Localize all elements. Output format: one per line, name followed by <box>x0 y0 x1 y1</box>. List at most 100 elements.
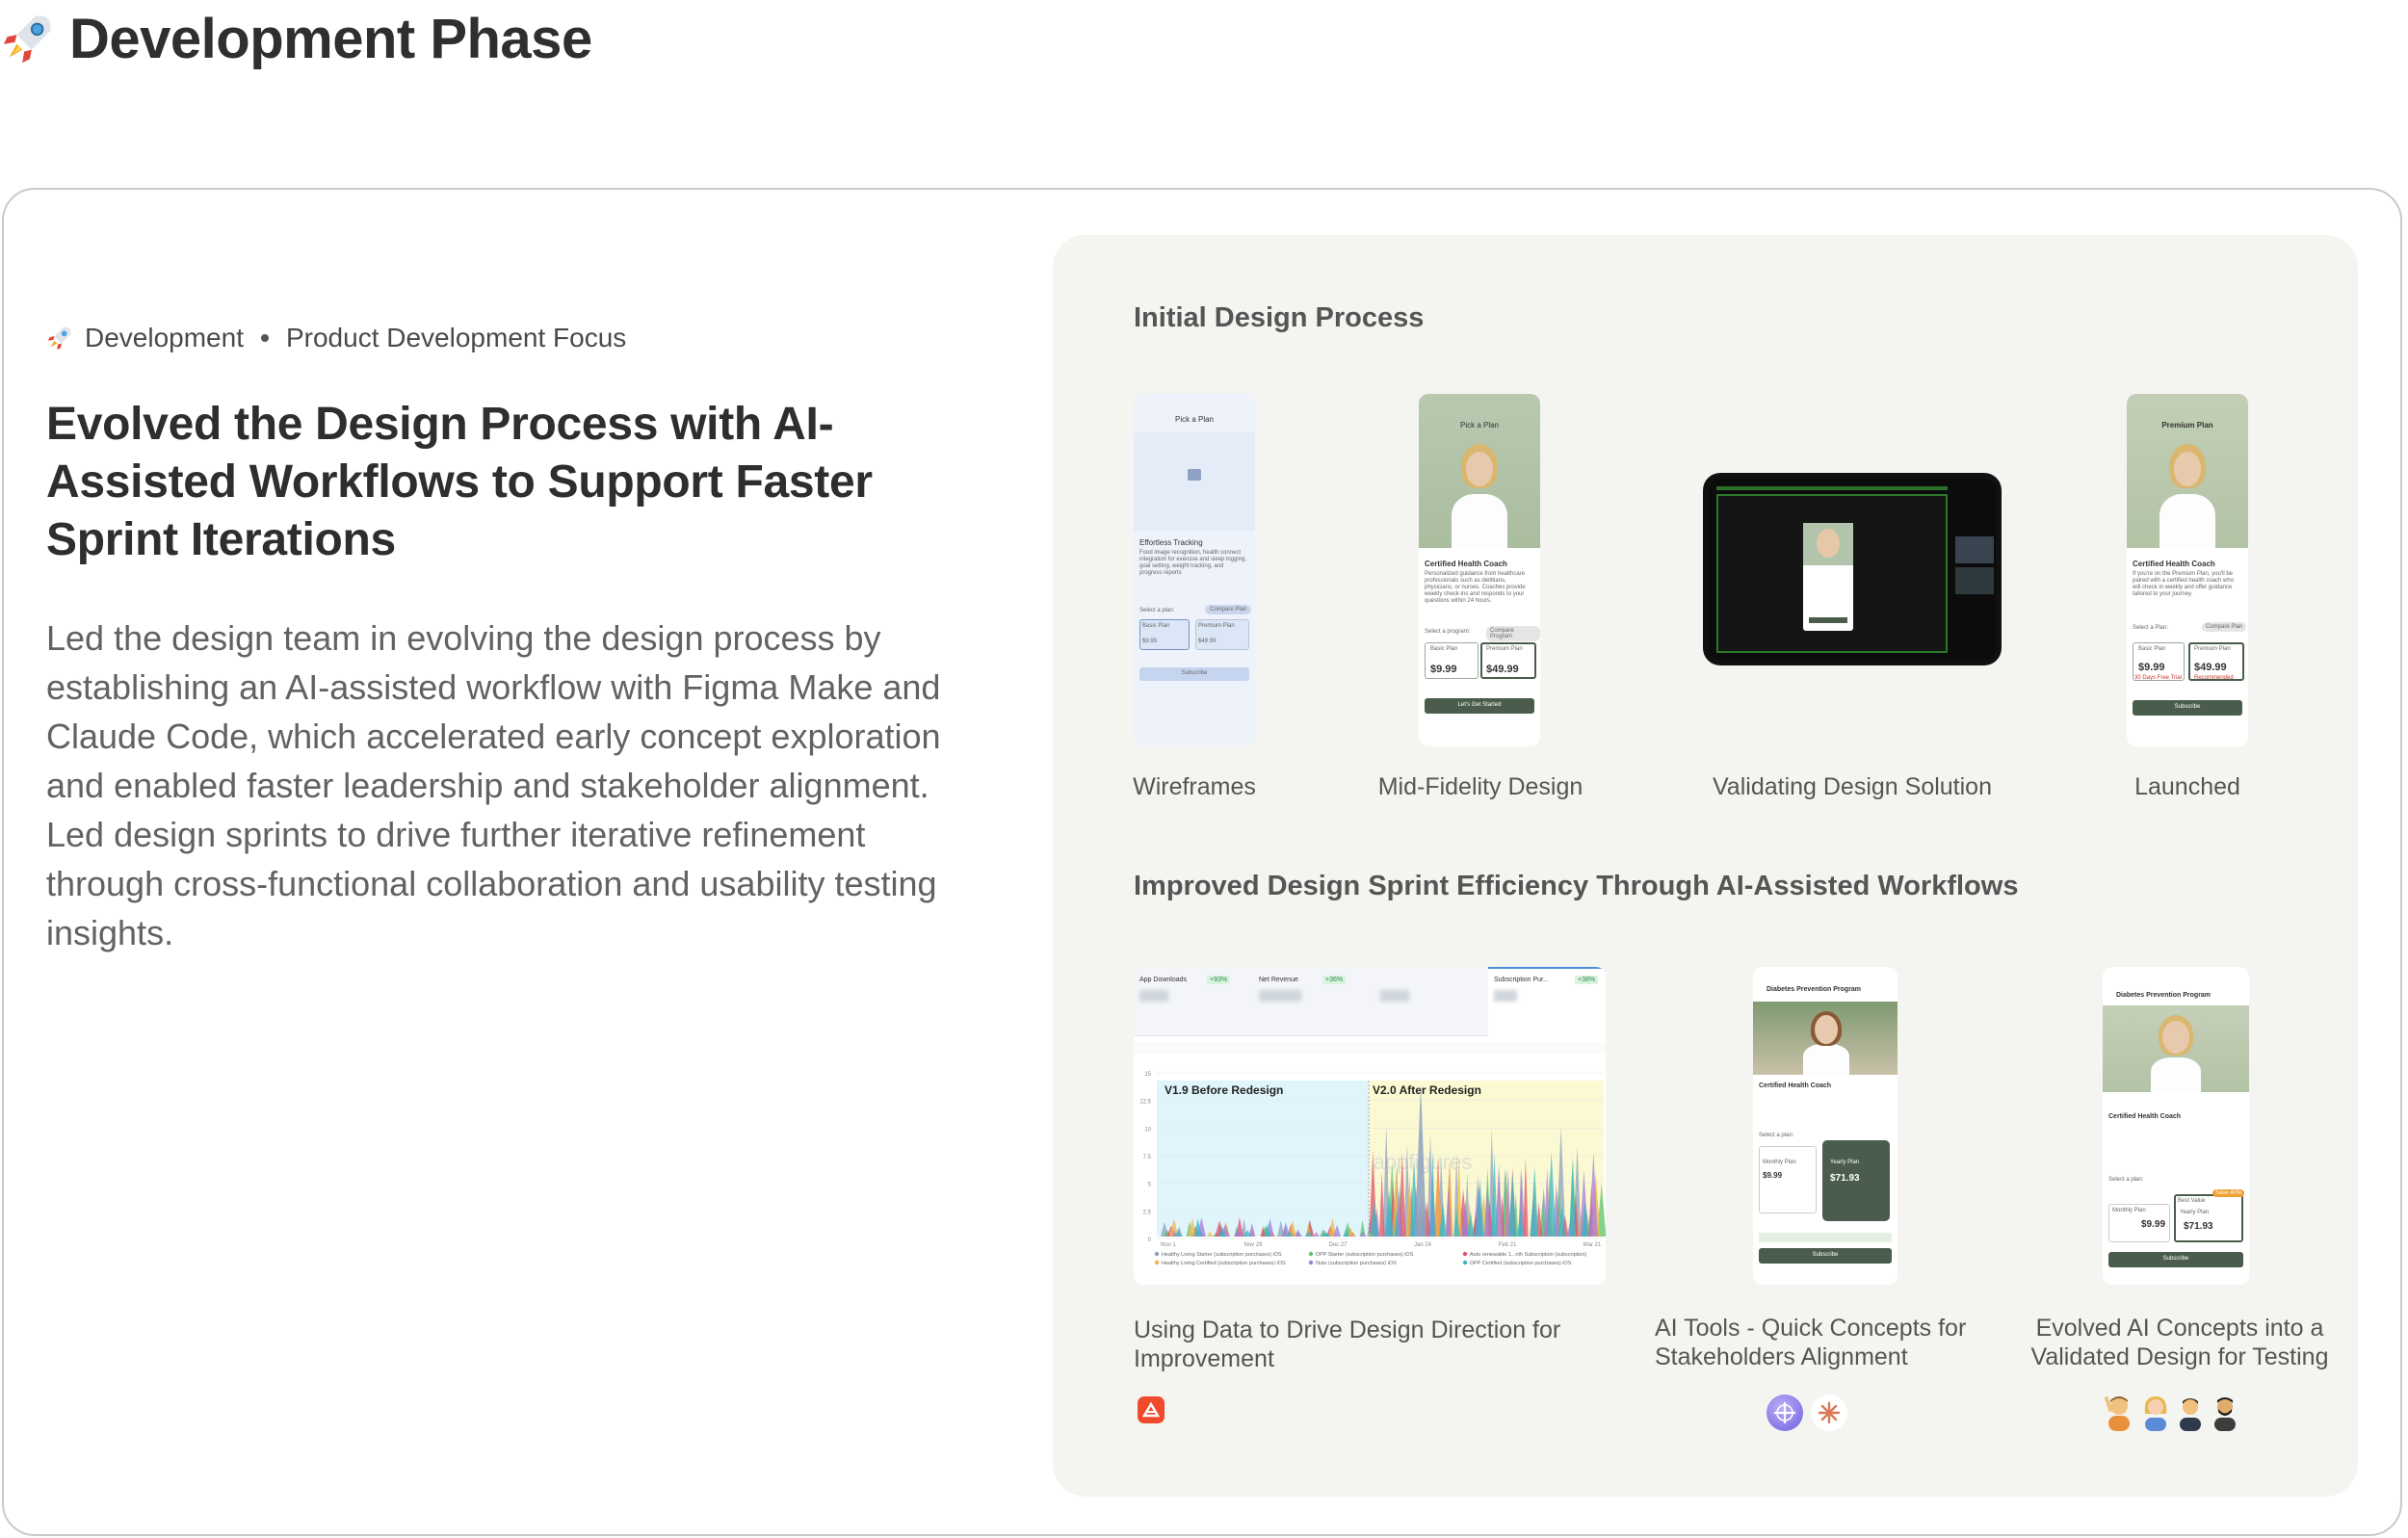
yearly-plan-price: $71.93 <box>2184 1221 2213 1232</box>
caption-validating: Validating Design Solution <box>1712 773 1992 800</box>
evolved-screen-title: Diabetes Prevention Program <box>2116 992 2212 999</box>
x-tick-label: Dec 27 <box>1328 1242 1348 1248</box>
legend-dot <box>1308 1260 1314 1265</box>
subscribe-label: Subscribe <box>1812 1252 1839 1258</box>
best-value-label: Best Value <box>2178 1198 2206 1204</box>
legend-label: Auto renewable 1...nth Subscription (sub… <box>1470 1252 1587 1258</box>
caption-ai-tools: AI Tools - Quick Concepts for Stakeholde… <box>1655 1315 1967 1370</box>
coach-photo-body <box>2151 1057 2201 1092</box>
v2-label: V2.0 After Redesign <box>1373 1083 1481 1097</box>
coach-photo-face <box>1815 1015 1838 1044</box>
midfi-coach-desc: Personalized guidance from healthcare pr… <box>1425 571 1526 604</box>
basic-plan-price: $9.99 <box>1142 639 1158 644</box>
man-beard-avatar <box>2214 1397 2236 1431</box>
basic-plan-label: Basic Plan <box>2138 646 2166 652</box>
caption-launched: Launched <box>2134 773 2240 800</box>
compare-program-chip: Compare Program <box>1486 626 1540 641</box>
toolbar-strip <box>1716 486 1948 490</box>
premium-plan-price: $49.99 <box>1198 639 1217 644</box>
analytics-dashboard: App Downloads +93% Net Revenue +36% Subs… <box>1134 967 1606 1285</box>
breadcrumb: Development Product Development Focus <box>46 323 952 353</box>
ai-tools-concept-screen: Diabetes Prevention Program Certified He… <box>1753 967 1898 1285</box>
yearly-plan-label: Yearly Plan <box>2180 1210 2210 1215</box>
shared-prototype-button <box>1809 617 1847 623</box>
coach-photo-body <box>1452 494 1507 548</box>
participant-video-1 <box>1955 536 1994 563</box>
premium-plan-label: Premium Plan <box>1486 646 1523 652</box>
participant-video-2 <box>1955 567 1994 594</box>
legend-label: Healthy Living Certified (subscription p… <box>1162 1261 1286 1266</box>
section-title-initial: Initial Design Process <box>1134 302 1425 333</box>
ai-screen-title: Diabetes Prevention Program <box>1767 986 1862 993</box>
left-column: Development Product Development Focus Ev… <box>46 323 952 957</box>
evolved-screen-select: Select a plan: <box>2108 1177 2144 1183</box>
y-tick-label: 12.5 <box>1139 1100 1151 1106</box>
wireframe-screen: Pick a Plan Effortless Tracking Food ima… <box>1134 394 1255 746</box>
blurred-value <box>1139 990 1168 1002</box>
wireframe-feature-desc: Food image recognition, health connect i… <box>1139 550 1247 576</box>
chart-toolbar <box>1134 1042 1606 1054</box>
subscribe-label: Subscribe <box>2174 704 2201 710</box>
man-avatar <box>2180 1398 2201 1431</box>
caption-wireframes: Wireframes <box>1133 773 1256 800</box>
subscription-chart: 15 12.5 10 7.5 5 2.5 0 Nov 1 Nov 29 Dec 27 Jan 24 F… <box>1139 1072 1606 1266</box>
coach-photo-body <box>1803 1044 1849 1075</box>
validated-design-screen: Diabetes Prevention Program Certified He… <box>2103 967 2249 1285</box>
metric-badge-revenue: +36% <box>1322 976 1347 984</box>
launched-screen: Premium Plan Certified Health Coach If y… <box>2127 394 2248 746</box>
figma-make-icon <box>1767 1395 1803 1431</box>
savings-note <box>1759 1233 1892 1242</box>
premium-plan-label: Premium Plan <box>1198 623 1235 629</box>
monthly-plan-price: $9.99 <box>2141 1219 2166 1230</box>
launched-select-label: Select a Plan: <box>2133 625 2169 631</box>
section-description: Led the design team in evolving the desi… <box>46 618 941 952</box>
section-headline: Evolved the Design Process with AI-Assis… <box>46 399 873 565</box>
x-tick-label: Nov 29 <box>1243 1242 1263 1248</box>
caption-evolved: Evolved AI Concepts into a Validated Des… <box>2030 1315 2329 1370</box>
midfi-title: Pick a Plan <box>1459 421 1500 430</box>
premium-plan-price: $49.99 <box>2194 662 2227 673</box>
image-icon <box>1188 469 1201 481</box>
launched-coach-desc: If you're on the Premium Plan, you'll be… <box>2133 571 2235 597</box>
legend-label: DPP Certified (subscription purchases) i… <box>1470 1261 1572 1266</box>
page-title: Development Phase <box>69 7 592 70</box>
basic-plan-price: $9.99 <box>2138 662 2165 673</box>
breadcrumb-secondary: Product Development Focus <box>285 323 627 352</box>
compare-plan-chip: Compare Plan <box>2202 622 2247 632</box>
legend-dot <box>1154 1251 1160 1257</box>
breadcrumb-primary: Development <box>85 323 244 352</box>
recommended-tag: Recommended <box>2194 675 2234 681</box>
evolved-screen-coach: Certified Health Coach <box>2108 1113 2182 1120</box>
x-tick-label: Mar 21 <box>1584 1242 1602 1248</box>
metric-label-revenue: Net Revenue <box>1259 977 1298 983</box>
claude-icon <box>1811 1395 1847 1431</box>
caption-data: Using Data to Drive Design Direction for… <box>1134 1316 1561 1372</box>
metric-badge-subscriptions: +38% <box>1575 976 1599 984</box>
monthly-plan-label: Monthly Plan <box>2112 1208 2146 1213</box>
yearly-plan-price: $71.93 <box>1830 1173 1860 1184</box>
ai-screen-coach: Certified Health Coach <box>1759 1082 1832 1089</box>
save-badge: Save 40% <box>2212 1189 2245 1197</box>
get-started-label: Let's Get Started <box>1457 702 1502 708</box>
blurred-value <box>1259 990 1301 1002</box>
coach-photo-face <box>1466 452 1493 486</box>
wireframe-select-label: Select a plan: <box>1139 608 1175 613</box>
appfigures-icon <box>1138 1396 1165 1423</box>
midfi-coach-title: Certified Health Coach <box>1425 560 1507 568</box>
legend-label: DPP Starter (subscription purchases) iOS <box>1316 1252 1414 1258</box>
metric-label-downloads: App Downloads <box>1139 977 1188 983</box>
launched-title: Premium Plan <box>2161 421 2213 430</box>
metric-label-subscriptions: Subscription Pur... <box>1494 977 1549 983</box>
image-placeholder <box>1134 432 1255 531</box>
rocket-icon <box>47 326 71 351</box>
y-tick-label: 5 <box>1148 1183 1152 1188</box>
y-tick-label: 15 <box>1144 1072 1151 1078</box>
subscribe-label: Subscribe <box>1181 670 1208 676</box>
coach-photo-face <box>2162 1021 2189 1054</box>
legend-dot <box>1462 1251 1468 1257</box>
yearly-plan-label: Yearly Plan <box>1830 1160 1860 1165</box>
basic-plan-price: $9.99 <box>1430 664 1457 675</box>
blurred-value <box>1380 990 1409 1002</box>
premium-plan-label: Premium Plan <box>2194 646 2231 652</box>
v1-label: V1.9 Before Redesign <box>1165 1083 1283 1097</box>
